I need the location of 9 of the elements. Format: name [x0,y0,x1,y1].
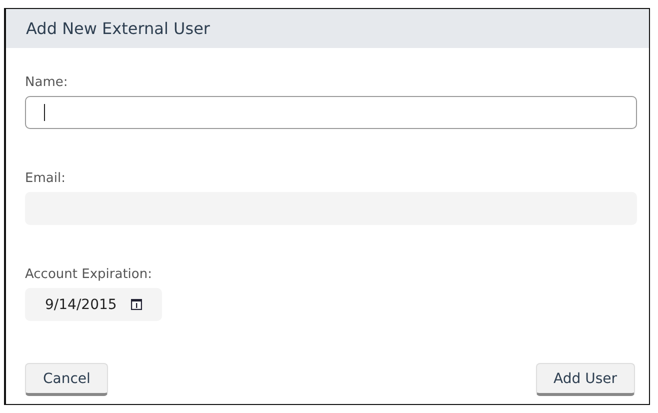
field-label: Name: [25,75,68,90]
dialog-title: Add New External User [26,19,210,38]
date-field[interactable]: 9/14/2015 [25,288,162,321]
field-label: Account Expiration: [25,267,152,282]
calendar-icon[interactable] [130,299,142,310]
input-field[interactable] [25,96,637,129]
add-user-button[interactable]: Add User [536,363,635,396]
cancel-button[interactable]: Cancel [25,363,108,396]
field-label: Email: [25,171,66,186]
